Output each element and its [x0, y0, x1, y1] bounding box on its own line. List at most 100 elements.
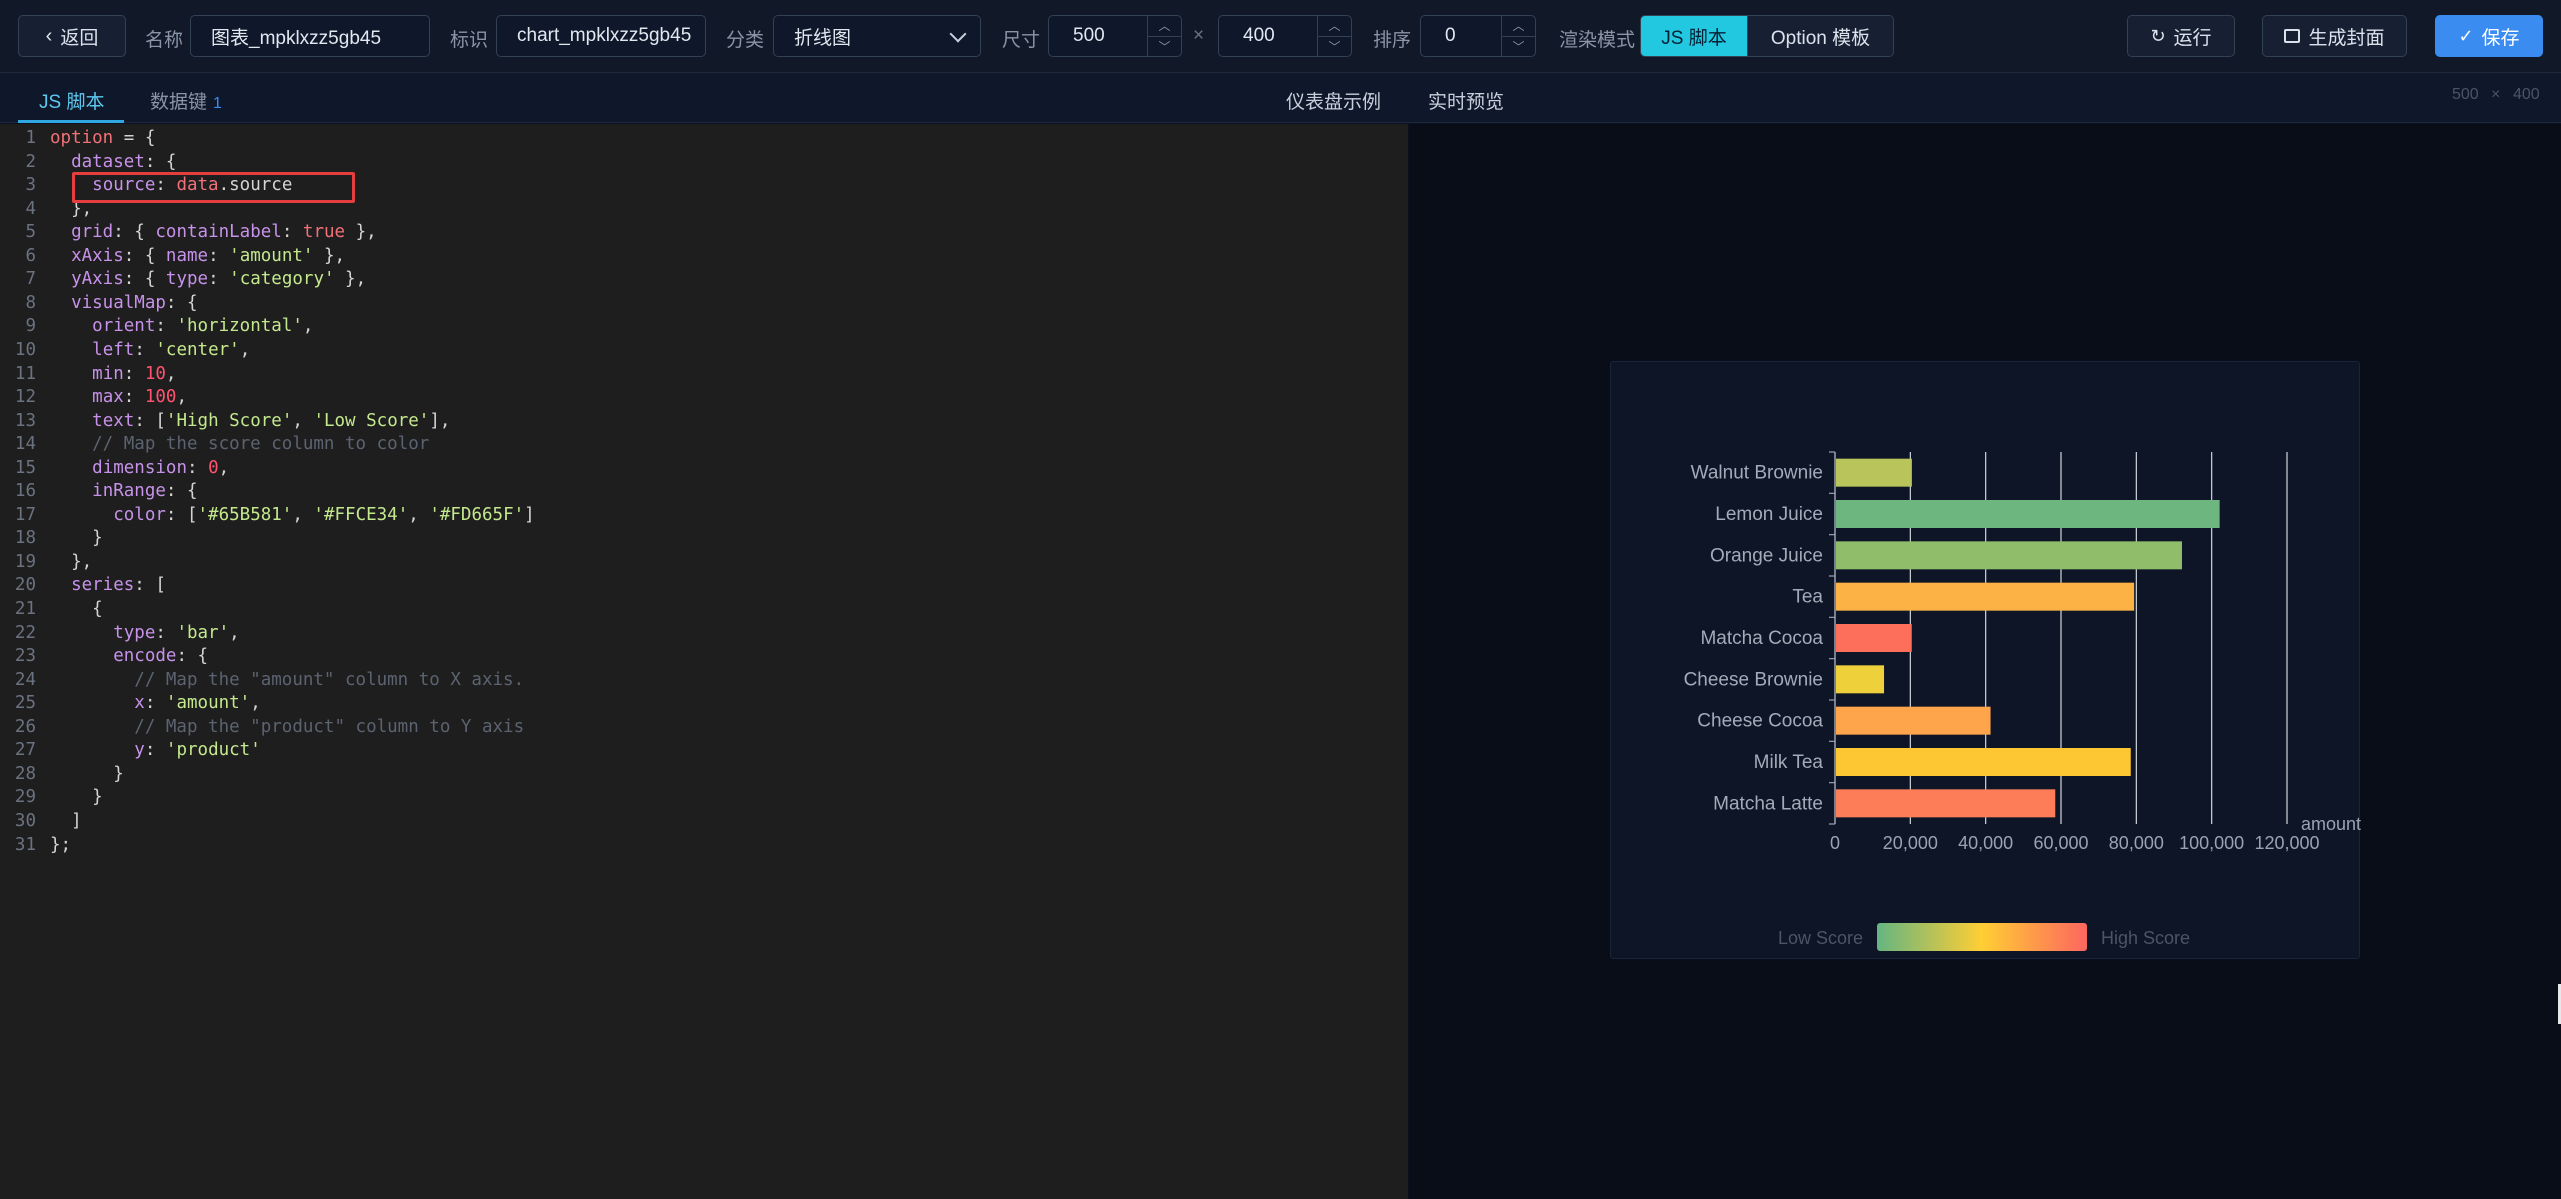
run-button-label: 运行 — [2173, 27, 2212, 49]
code-text: grid: { containLabel: true }, — [71, 222, 377, 243]
y-category-label: Cheese Cocoa — [1697, 711, 1823, 732]
generate-cover-button[interactable]: 生成封面 — [2262, 15, 2407, 57]
code-line: 2 dataset: { — [0, 151, 1408, 174]
y-category-label: Tea — [1792, 587, 1823, 608]
code-text: text: ['High Score', 'Low Score'], — [92, 410, 451, 431]
order-label: 排序 — [1373, 30, 1412, 51]
height-stepper[interactable]: 400 ︿ ﹀ — [1218, 15, 1352, 57]
line-number: 2 — [25, 151, 36, 172]
id-input[interactable]: chart_mpklxzz5gb45 — [496, 15, 706, 57]
code-text: // Map the "amount" column to X axis. — [50, 669, 525, 690]
data-keys-count-badge: 1 — [213, 95, 222, 112]
code-line: 5 grid: { containLabel: true }, — [0, 221, 1408, 244]
code-line: 19 }, — [0, 551, 1408, 574]
code-line: 21 { — [0, 598, 1408, 621]
category-select[interactable]: 折线图 — [773, 15, 981, 57]
code-text: orient: 'horizontal', — [92, 316, 314, 337]
line-number: 29 — [14, 787, 36, 808]
bar — [1836, 458, 1912, 487]
code-text: series: [ — [71, 575, 166, 596]
code-text: yAxis: { type: 'category' }, — [71, 269, 367, 290]
render-mode-toggle: JS 脚本 Option 模板 — [1640, 15, 1894, 57]
width-stepper-buttons[interactable]: ︿ ﹀ — [1147, 16, 1181, 56]
line-number: 1 — [25, 128, 36, 148]
y-category-label: Milk Tea — [1754, 752, 1824, 773]
code-text: x: 'amount', — [134, 693, 261, 714]
y-category-label: Cheese Brownie — [1684, 669, 1823, 690]
tab-data-keys-label: 数据键 — [150, 92, 208, 113]
line-number: 24 — [14, 669, 36, 690]
line-number: 10 — [14, 339, 36, 360]
line-number: 8 — [25, 292, 36, 313]
bar — [1836, 582, 2135, 611]
line-number: 13 — [14, 410, 36, 431]
code-editor[interactable]: 1 option = {2 dataset: {3 source: data.so… — [0, 124, 1408, 1199]
code-text: xAxis: { name: 'amount' }, — [71, 245, 346, 266]
code-line: 1 option = { — [0, 127, 1408, 150]
chevron-down-icon[interactable]: ﹀ — [1318, 37, 1351, 57]
line-number: 7 — [25, 269, 36, 290]
order-stepper-buttons[interactable]: ︿ ﹀ — [1501, 16, 1535, 56]
line-number: 6 — [25, 245, 36, 266]
visual-map-gradient — [1877, 923, 2087, 951]
line-number: 31 — [14, 834, 36, 855]
code-line: 8 visualMap: { — [0, 292, 1408, 315]
code-line: 26 // Map the "product" column to Y axis — [0, 716, 1408, 739]
render-mode-label: 渲染模式 — [1559, 30, 1636, 51]
code-line: 16 inRange: { — [0, 480, 1408, 503]
tab-js-script[interactable]: JS 脚本 — [39, 87, 104, 114]
chevron-down-icon — [949, 25, 967, 43]
tab-bar: JS 脚本 数据键 1 仪表盘示例 实时预览 — [0, 73, 2561, 123]
back-button[interactable]: ‹ 返回 — [18, 15, 126, 57]
bar — [1836, 541, 2182, 570]
x-tick-label: 120,000 — [2254, 833, 2319, 853]
chevron-up-icon[interactable]: ︿ — [1318, 16, 1351, 37]
category-select-value: 折线图 — [794, 27, 852, 49]
name-input[interactable]: 图表_mpklxzz5gb45 — [190, 15, 430, 57]
order-stepper[interactable]: 0 ︿ ﹀ — [1420, 15, 1536, 57]
code-line: 6 xAxis: { name: 'amount' }, — [0, 245, 1408, 268]
code-line: 23 encode: { — [0, 645, 1408, 668]
chevron-down-icon[interactable]: ﹀ — [1148, 37, 1181, 57]
chevron-up-icon[interactable]: ︿ — [1148, 16, 1181, 37]
chevron-down-icon[interactable]: ﹀ — [1502, 37, 1535, 57]
x-tick-label: 40,000 — [1958, 833, 2013, 853]
code-text: left: 'center', — [92, 339, 251, 360]
chevron-up-icon[interactable]: ︿ — [1502, 16, 1535, 37]
height-stepper-buttons[interactable]: ︿ ﹀ — [1317, 16, 1351, 56]
code-line: 11 min: 10, — [0, 363, 1408, 386]
code-text: }, — [50, 551, 93, 572]
tab-data-keys[interactable]: 数据键 1 — [150, 87, 222, 114]
run-button[interactable]: ↻ 运行 — [2127, 15, 2235, 57]
generate-cover-label: 生成封面 — [2308, 27, 2385, 49]
mode-js-button[interactable]: JS 脚本 — [1641, 16, 1747, 56]
code-text: // Map the "product" column to Y axis — [50, 716, 525, 737]
category-label: 分类 — [726, 30, 765, 51]
check-icon: ✓ — [2458, 25, 2474, 46]
code-line: 9 orient: 'horizontal', — [0, 315, 1408, 338]
line-number: 11 — [14, 363, 36, 384]
code-text: } — [50, 763, 124, 784]
width-stepper[interactable]: 500 ︿ ﹀ — [1048, 15, 1182, 57]
code-line: 12 max: 100, — [0, 386, 1408, 409]
preview-size-height: 400 — [2513, 86, 2540, 103]
preview-size-width: 500 — [2452, 86, 2479, 103]
size-times: × — [1193, 25, 1205, 46]
code-text: y: 'product' — [134, 740, 261, 761]
x-tick-label: 0 — [1830, 833, 1840, 853]
save-button[interactable]: ✓ 保存 — [2435, 15, 2543, 57]
dashboard-example-button[interactable]: 仪表盘示例 — [1286, 87, 1381, 114]
tab-live-preview[interactable]: 实时预览 — [1428, 87, 1504, 114]
x-tick-label: 80,000 — [2109, 833, 2164, 853]
code-line: 13 text: ['High Score', 'Low Score'], — [0, 410, 1408, 433]
code-line: 25 x: 'amount', — [0, 692, 1408, 715]
mode-option-button[interactable]: Option 模板 — [1747, 16, 1893, 56]
code-text: type: 'bar', — [113, 622, 240, 643]
bar — [1836, 706, 1991, 735]
line-number: 27 — [14, 740, 36, 761]
code-text: inRange: { — [92, 481, 198, 502]
line-number: 12 — [14, 387, 36, 408]
code-line: 14 // Map the score column to color — [0, 433, 1408, 456]
code-line: 17 color: ['#65B581', '#FFCE34', '#FD665… — [0, 504, 1408, 527]
x-axis-name: amount — [2301, 814, 2361, 834]
